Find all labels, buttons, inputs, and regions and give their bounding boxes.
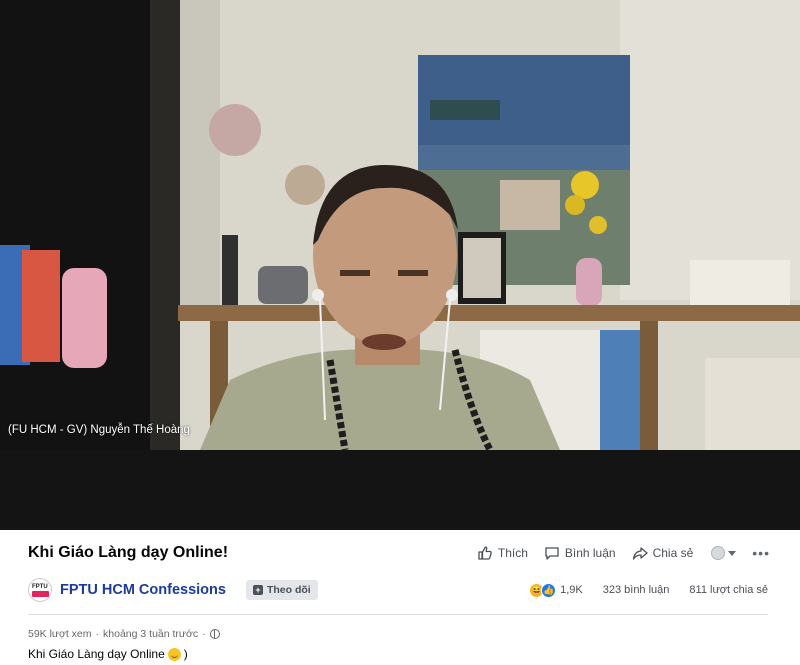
thumbs-up-icon: [478, 546, 492, 560]
page-name-link[interactable]: FPTU HCM Confessions: [60, 582, 226, 598]
description-text: Khi Giáo Làng dạy Online: [28, 647, 165, 661]
more-dots-icon[interactable]: •••: [752, 545, 770, 561]
reactions-summary[interactable]: 😆 👍 1,9K: [529, 582, 583, 598]
shares-count[interactable]: 811 lượt chia sẻ: [689, 584, 768, 596]
video-bottom-band: [0, 450, 800, 530]
chevron-down-icon: [728, 550, 737, 556]
views-count: 59K lượt xem: [28, 628, 92, 640]
reaction-icons: 😆 👍: [529, 582, 557, 598]
video-frame: [0, 0, 800, 450]
page-logo-text: FPTU: [32, 584, 48, 590]
description-suffix: ): [183, 647, 188, 661]
divider: [28, 614, 768, 615]
post-description: Khi Giáo Làng dạy Online ): [28, 647, 188, 661]
smile-emoji-icon: [167, 647, 181, 661]
comment-label: Bình luận: [564, 546, 616, 560]
plus-icon: +: [252, 585, 263, 595]
video-player[interactable]: (FU HCM - GV) Nguyễn Thế Hoàng: [0, 0, 800, 530]
reactions-count: 1,9K: [560, 584, 583, 596]
post-title: Khi Giáo Làng dạy Online!: [28, 544, 229, 561]
comments-count[interactable]: 323 bình luận: [603, 584, 670, 596]
like-label: Thích: [497, 546, 528, 560]
like-button[interactable]: Thích: [477, 545, 528, 561]
comment-button[interactable]: Bình luận: [544, 545, 616, 561]
meta-separator: ·: [95, 628, 100, 640]
participant-name-tag: (FU HCM - GV) Nguyễn Thế Hoàng: [8, 424, 190, 436]
share-icon: [632, 547, 648, 560]
audience-selector[interactable]: [711, 546, 737, 560]
globe-icon: [209, 629, 220, 639]
person-icon: [711, 546, 726, 560]
page-row: FPTU FPTU HCM Confessions + Theo dõi: [28, 578, 318, 602]
share-label: Chia sẻ: [652, 546, 694, 560]
post-actions: Thích Bình luận Chia sẻ •••: [477, 544, 770, 562]
follow-button[interactable]: + Theo dõi: [245, 580, 318, 600]
post-time[interactable]: khoảng 3 tuần trước: [103, 628, 198, 640]
meta-separator: ·: [202, 628, 206, 640]
follow-label: Theo dõi: [266, 584, 311, 596]
comment-icon: [545, 547, 559, 560]
like-reaction-icon: 👍: [541, 582, 557, 598]
post-meta: 59K lượt xem · khoảng 3 tuần trước ·: [28, 628, 220, 640]
share-button[interactable]: Chia sẻ: [632, 545, 694, 561]
page-logo[interactable]: FPTU: [28, 578, 52, 602]
post-stats: 😆 👍 1,9K 323 bình luận 811 lượt chia sẻ: [529, 581, 768, 599]
page-logo-band: [32, 591, 49, 597]
